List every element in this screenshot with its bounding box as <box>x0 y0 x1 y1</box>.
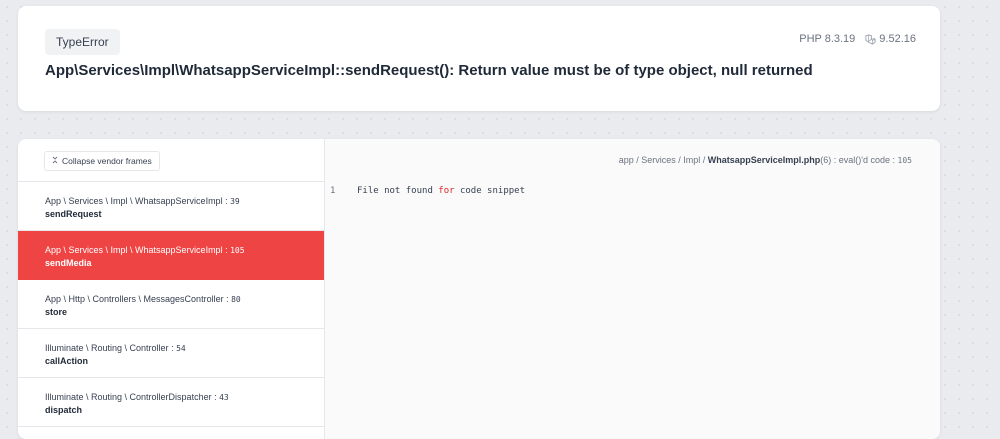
laravel-icon <box>865 33 876 45</box>
stack-frame[interactable]: App \ Http \ Controllers \ MessagesContr… <box>18 280 324 329</box>
collapse-area: Collapse vendor frames <box>18 139 324 182</box>
frame-line: 105 <box>230 246 245 255</box>
frame-path: Illuminate \ Routing \ ControllerDispatc… <box>45 392 229 402</box>
file-reference[interactable]: app / Services / Impl / WhatsappServiceI… <box>619 155 912 165</box>
frame-method: dispatch <box>45 405 83 415</box>
exception-message: App\Services\Impl\WhatsappServiceImpl::s… <box>45 62 813 79</box>
frame-method: store <box>45 307 68 317</box>
stack-frame[interactable]: App \ Services \ Impl \ WhatsappServiceI… <box>18 182 324 231</box>
code-keyword: for <box>438 186 455 196</box>
frame-path: App \ Services \ Impl \ WhatsappServiceI… <box>45 196 240 206</box>
frame-method: sendMedia <box>45 258 92 268</box>
stack-frame[interactable]: Illuminate \ Routing \ ControllerDispatc… <box>18 378 324 427</box>
frame-line: 43 <box>219 393 229 402</box>
frame-line: 54 <box>176 344 186 353</box>
frames-panel: Collapse vendor frames App \ Services \ … <box>18 139 325 439</box>
code-panel: app / Services / Impl / WhatsappServiceI… <box>325 139 940 439</box>
frame-path: App \ Services \ Impl \ WhatsappServiceI… <box>45 245 245 255</box>
collapse-icon <box>52 152 58 170</box>
file-line-number: 105 <box>897 156 912 165</box>
collapse-vendor-frames-button[interactable]: Collapse vendor frames <box>44 151 160 171</box>
stack-frame[interactable]: Illuminate \ Routing \ Controller : 54 c… <box>18 329 324 378</box>
frame-path: App \ Http \ Controllers \ MessagesContr… <box>45 294 241 304</box>
frame-line: 80 <box>231 295 241 304</box>
code-line-number: 1 <box>330 186 336 196</box>
frame-method: callAction <box>45 356 89 366</box>
file-name: WhatsappServiceImpl.php <box>707 155 821 165</box>
php-version: PHP 8.3.19 <box>799 33 856 45</box>
collapse-label: Collapse vendor frames <box>62 156 152 166</box>
stack-frame-active[interactable]: App \ Services \ Impl \ WhatsappServiceI… <box>18 231 324 280</box>
laravel-version-group: 9.52.16 <box>865 33 916 45</box>
version-info: PHP 8.3.19 9.52.16 <box>799 33 916 45</box>
laravel-version: 9.52.16 <box>879 33 916 45</box>
exception-type-badge: TypeError <box>45 29 120 55</box>
stack-trace-card: Collapse vendor frames App \ Services \ … <box>18 139 940 439</box>
code-line: 1 File not found for code snippet <box>330 186 525 196</box>
frame-method: sendRequest <box>45 209 102 219</box>
error-header-card: TypeError PHP 8.3.19 9.52.16 App\Service… <box>18 6 940 111</box>
frame-path: Illuminate \ Routing \ Controller : 54 <box>45 343 186 353</box>
frame-line: 39 <box>230 197 240 206</box>
